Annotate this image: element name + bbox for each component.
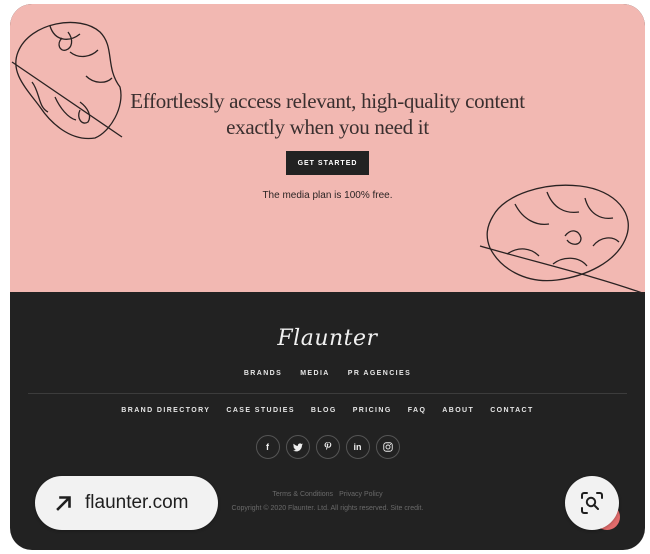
facebook-icon[interactable]: f [255,435,280,459]
page-card: Effortlessly access relevant, high-quali… [10,4,645,550]
instagram-icon[interactable] [375,435,400,459]
arrow-up-right-icon [56,496,71,511]
free-plan-note: The media plan is 100% free. [262,190,393,201]
social-links: f in [10,435,645,459]
footer-link-brand-directory[interactable]: BRAND DIRECTORY [121,407,210,414]
footer-secondary-nav: BRAND DIRECTORY CASE STUDIES BLOG PRICIN… [10,407,645,414]
privacy-link[interactable]: Privacy Policy [339,491,383,498]
visual-search-button[interactable] [565,476,619,530]
footer-link-pricing[interactable]: PRICING [353,407,392,414]
terms-link[interactable]: Terms & Conditions [272,491,333,498]
twitter-icon[interactable] [285,435,310,459]
footer-primary-nav: BRANDS MEDIA PR AGENCIES [10,370,645,377]
flaunter-logo[interactable]: Flaunter [10,326,645,351]
source-domain: flaunter.com [85,492,189,513]
footer-link-brands[interactable]: BRANDS [244,370,282,377]
footer-link-media[interactable]: MEDIA [300,370,330,377]
linkedin-icon[interactable]: in [345,435,370,459]
pinterest-icon[interactable] [315,435,340,459]
image-search-icon [581,492,603,514]
hero-section: Effortlessly access relevant, high-quali… [10,4,645,294]
footer-link-faq[interactable]: FAQ [408,407,427,414]
hero-headline: Effortlessly access relevant, high-quali… [10,88,645,140]
footer-link-blog[interactable]: BLOG [311,407,337,414]
source-link-chip[interactable]: flaunter.com [35,476,218,530]
footer-link-case-studies[interactable]: CASE STUDIES [226,407,295,414]
hero-headline-line1: Effortlessly access relevant, high-quali… [130,89,525,113]
get-started-button[interactable]: GET STARTED [286,151,369,175]
footer-link-contact[interactable]: CONTACT [490,407,534,414]
footer-link-pr-agencies[interactable]: PR AGENCIES [348,370,411,377]
footer-divider [28,393,627,394]
hero-headline-line2: exactly when you need it [226,115,429,139]
footer-link-about[interactable]: ABOUT [442,407,474,414]
